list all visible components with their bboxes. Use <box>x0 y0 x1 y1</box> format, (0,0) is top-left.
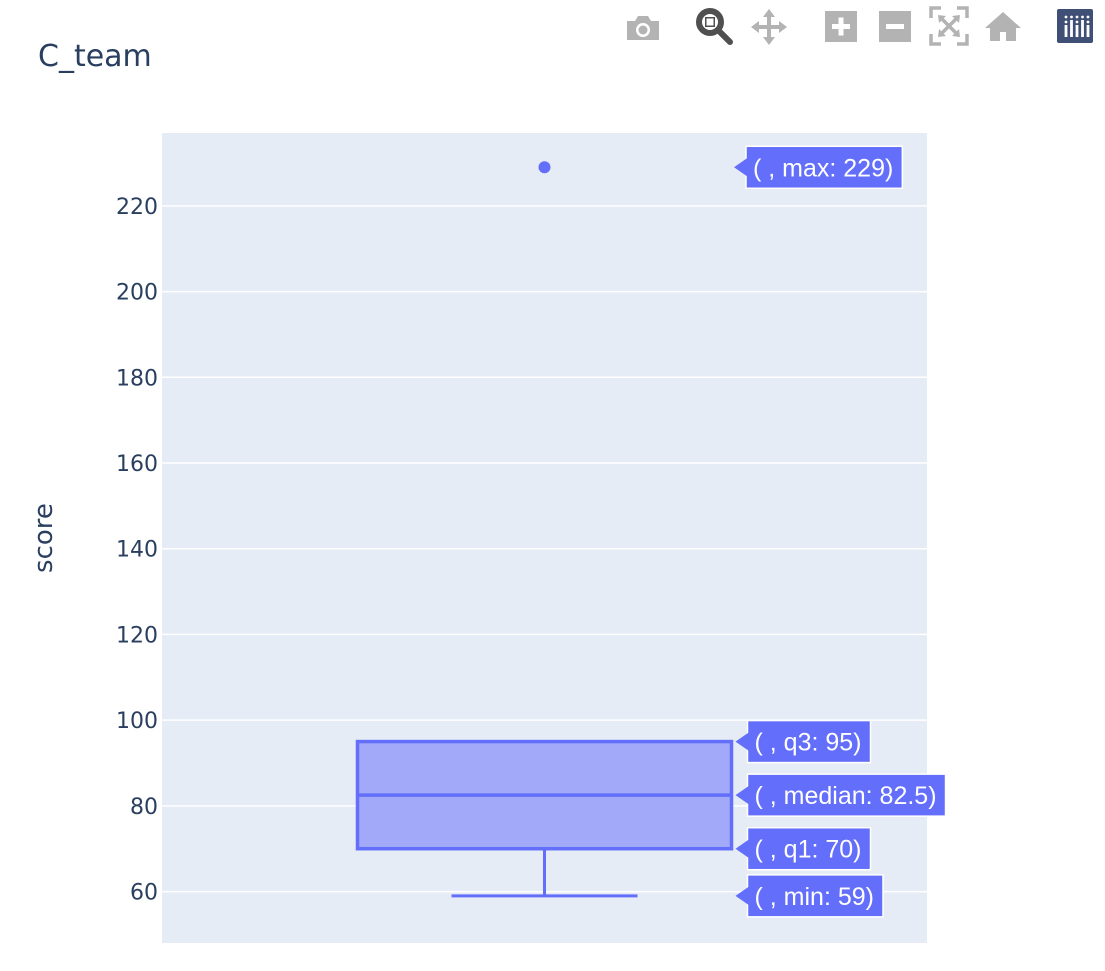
box-plot-chart: 60 80 100 120 140 160 180 200 220 ( , max: 229) (… <box>29 6 1093 943</box>
y-tick-label: 60 <box>130 881 158 906</box>
y-tick-label: 220 <box>116 195 158 220</box>
hover-label-text: ( , min: 59) <box>755 883 874 911</box>
y-tick-label: 80 <box>130 795 158 820</box>
y-tick-label: 160 <box>116 452 158 477</box>
y-tick-label: 140 <box>116 538 158 563</box>
hover-label-q3: ( , q3: 95) <box>735 719 872 764</box>
zoom-icon[interactable] <box>696 8 733 45</box>
zoom-out-icon[interactable] <box>879 11 911 42</box>
reset-axes-icon[interactable] <box>985 12 1021 41</box>
y-axis-ticks: 60 80 100 120 140 160 180 200 220 <box>116 195 158 906</box>
chart-title: C_team <box>38 39 152 74</box>
hover-label-text: ( , max: 229) <box>753 154 893 182</box>
modebar <box>624 6 1093 46</box>
hover-label-q1: ( , q1: 70) <box>735 826 872 871</box>
camera-icon[interactable] <box>624 12 662 42</box>
pan-icon[interactable] <box>751 9 787 45</box>
y-tick-label: 200 <box>116 281 158 306</box>
outlier-point[interactable] <box>538 161 551 174</box>
hover-label-min: ( , min: 59) <box>735 874 884 918</box>
hover-label-max: ( , max: 229) <box>734 145 904 190</box>
zoom-in-icon[interactable] <box>825 11 857 42</box>
hover-label-text: ( , q3: 95) <box>755 729 862 757</box>
y-tick-label: 120 <box>116 623 158 648</box>
y-tick-label: 100 <box>116 709 158 734</box>
hover-label-median: ( , median: 82.5) <box>735 773 947 817</box>
y-tick-label: 180 <box>116 366 158 391</box>
y-axis-title: score <box>29 503 59 573</box>
autoscale-icon[interactable] <box>929 6 969 46</box>
hover-label-text: ( , median: 82.5) <box>755 782 937 810</box>
plotly-logo-icon[interactable] <box>1057 9 1093 43</box>
hover-label-text: ( , q1: 70) <box>755 836 862 864</box>
